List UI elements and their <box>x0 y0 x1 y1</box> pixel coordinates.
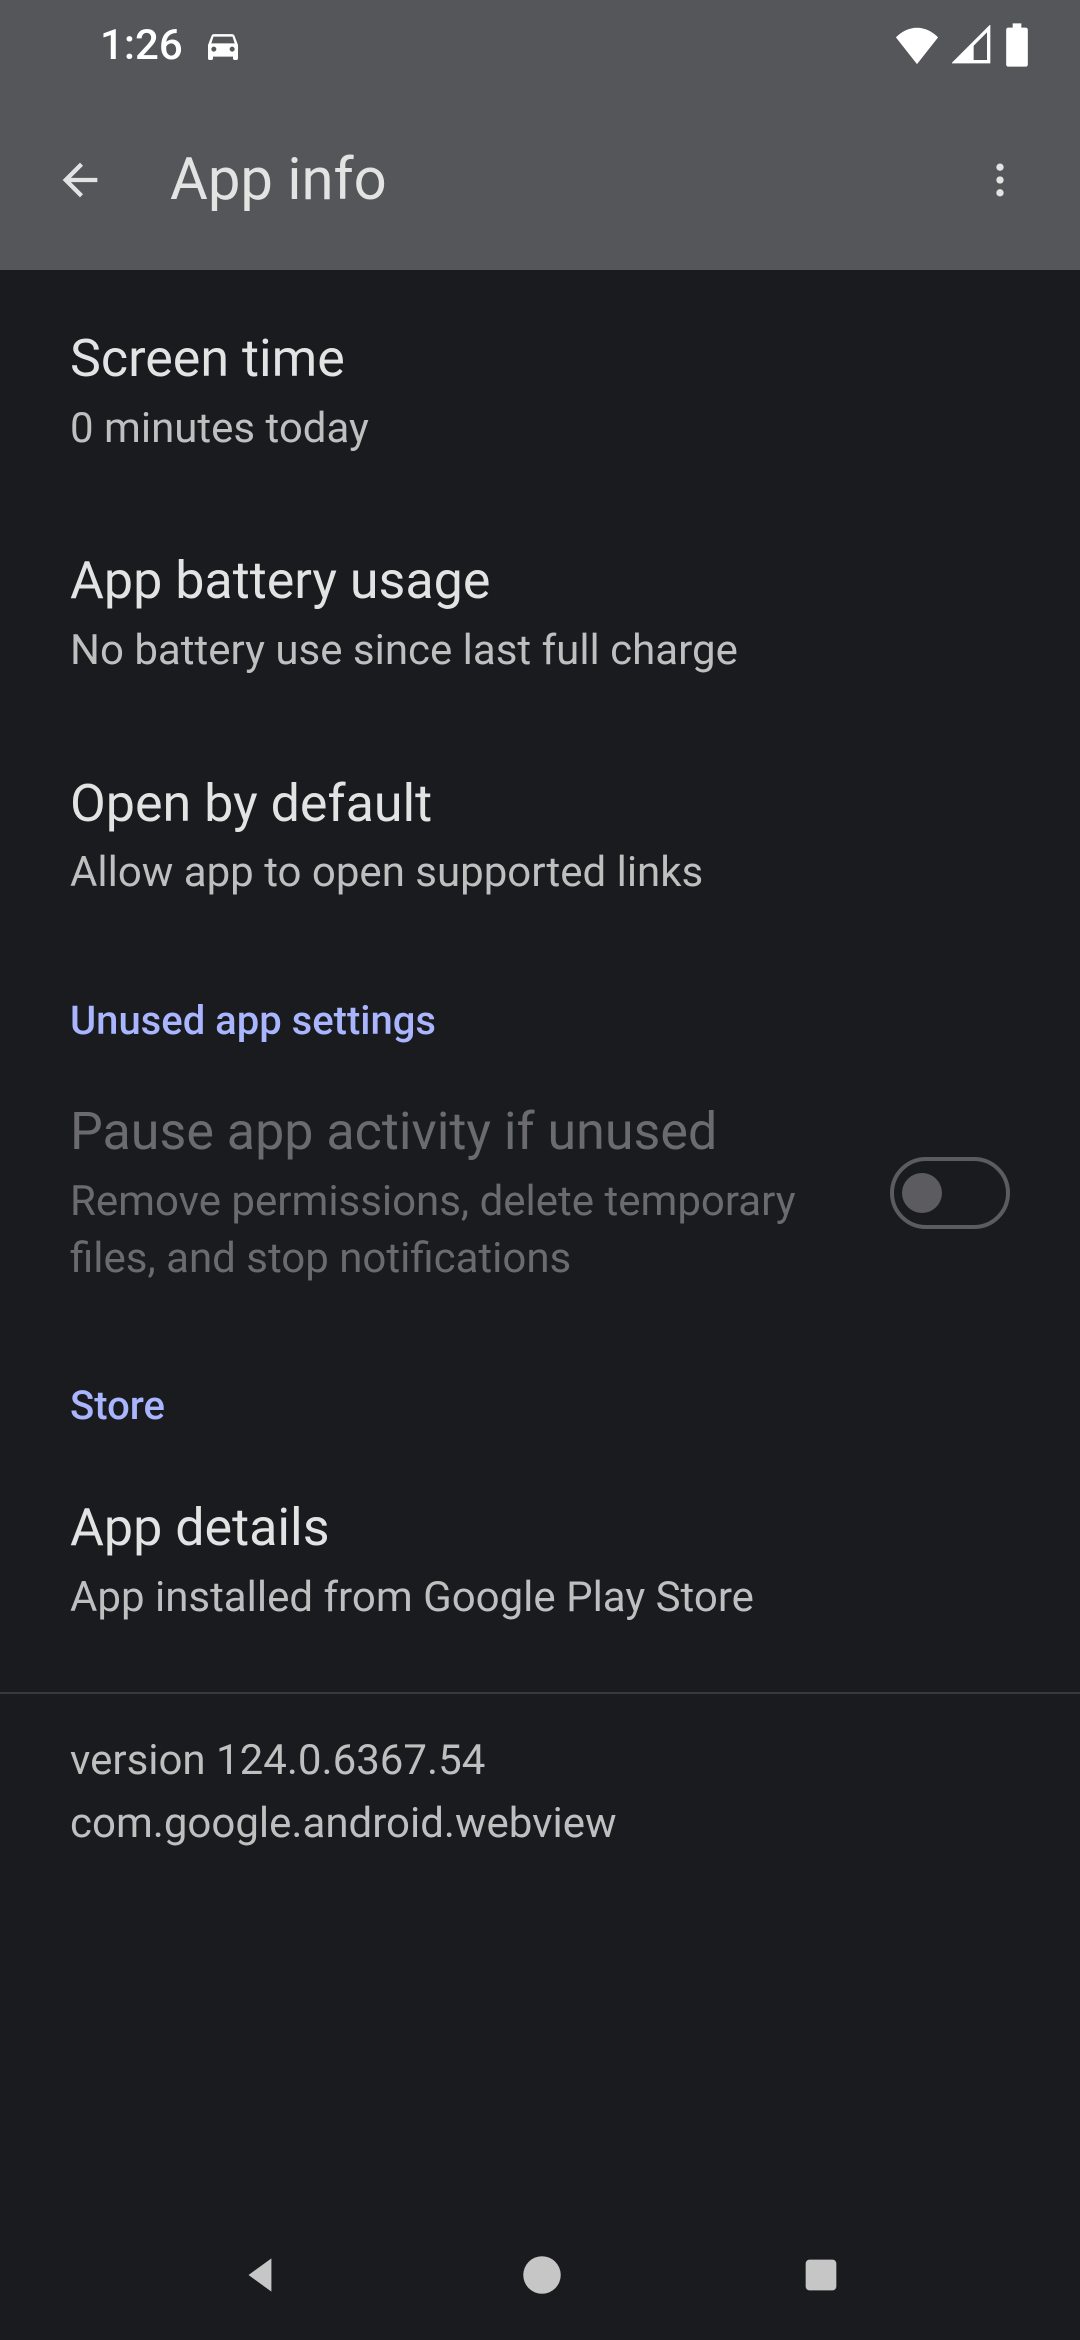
app-details-item[interactable]: App details App installed from Google Pl… <box>0 1449 1080 1671</box>
app-details-title: App details <box>70 1494 1010 1562</box>
triangle-back-icon <box>236 2250 286 2300</box>
nav-back-button[interactable] <box>236 2250 286 2300</box>
unused-app-settings-header: Unused app settings <box>0 947 1080 1064</box>
settings-list: Screen time 0 minutes today App battery … <box>0 270 1080 1890</box>
app-version: version 124.0.6367.54 <box>70 1729 1010 1792</box>
cell-signal-icon <box>952 25 992 65</box>
app-battery-usage-sub: No battery use since last full charge <box>70 623 1010 680</box>
status-bar-left: 1:26 <box>100 21 243 70</box>
app-package: com.google.android.webview <box>70 1792 1010 1855</box>
circle-home-icon <box>517 2250 567 2300</box>
pause-app-activity-toggle <box>890 1157 1010 1229</box>
back-button[interactable] <box>40 140 120 220</box>
nav-recents-button[interactable] <box>798 2252 844 2298</box>
pause-app-activity-item: Pause app activity if unused Remove perm… <box>0 1064 1080 1332</box>
open-by-default-sub: Allow app to open supported links <box>70 845 1010 902</box>
store-header: Store <box>0 1332 1080 1449</box>
car-icon <box>203 25 243 65</box>
open-by-default-title: Open by default <box>70 770 1010 838</box>
arrow-left-icon <box>54 154 106 206</box>
toggle-thumb <box>902 1173 942 1213</box>
pause-app-activity-sub: Remove permissions, delete temporary fil… <box>70 1174 850 1287</box>
more-vert-icon <box>978 158 1022 202</box>
screen-time-title: Screen time <box>70 325 1010 393</box>
overflow-menu-button[interactable] <box>960 140 1040 220</box>
status-time: 1:26 <box>100 21 183 70</box>
screen-time-item[interactable]: Screen time 0 minutes today <box>0 280 1080 502</box>
nav-home-button[interactable] <box>517 2250 567 2300</box>
navigation-bar <box>0 2210 1080 2340</box>
square-recents-icon <box>798 2252 844 2298</box>
app-info-footer: version 124.0.6367.54 com.google.android… <box>0 1694 1080 1890</box>
open-by-default-item[interactable]: Open by default Allow app to open suppor… <box>0 725 1080 947</box>
wifi-icon <box>894 25 940 65</box>
pause-app-activity-title: Pause app activity if unused <box>70 1099 850 1164</box>
app-battery-usage-title: App battery usage <box>70 547 1010 615</box>
status-bar-right <box>894 23 1030 67</box>
page-title: App info <box>170 146 910 214</box>
screen-time-sub: 0 minutes today <box>70 401 1010 458</box>
pause-app-activity-text: Pause app activity if unused Remove perm… <box>70 1099 850 1287</box>
app-details-sub: App installed from Google Play Store <box>70 1570 1010 1627</box>
app-bar: App info <box>0 90 1080 270</box>
battery-icon <box>1004 23 1030 67</box>
app-battery-usage-item[interactable]: App battery usage No battery use since l… <box>0 502 1080 724</box>
status-bar: 1:26 <box>0 0 1080 90</box>
